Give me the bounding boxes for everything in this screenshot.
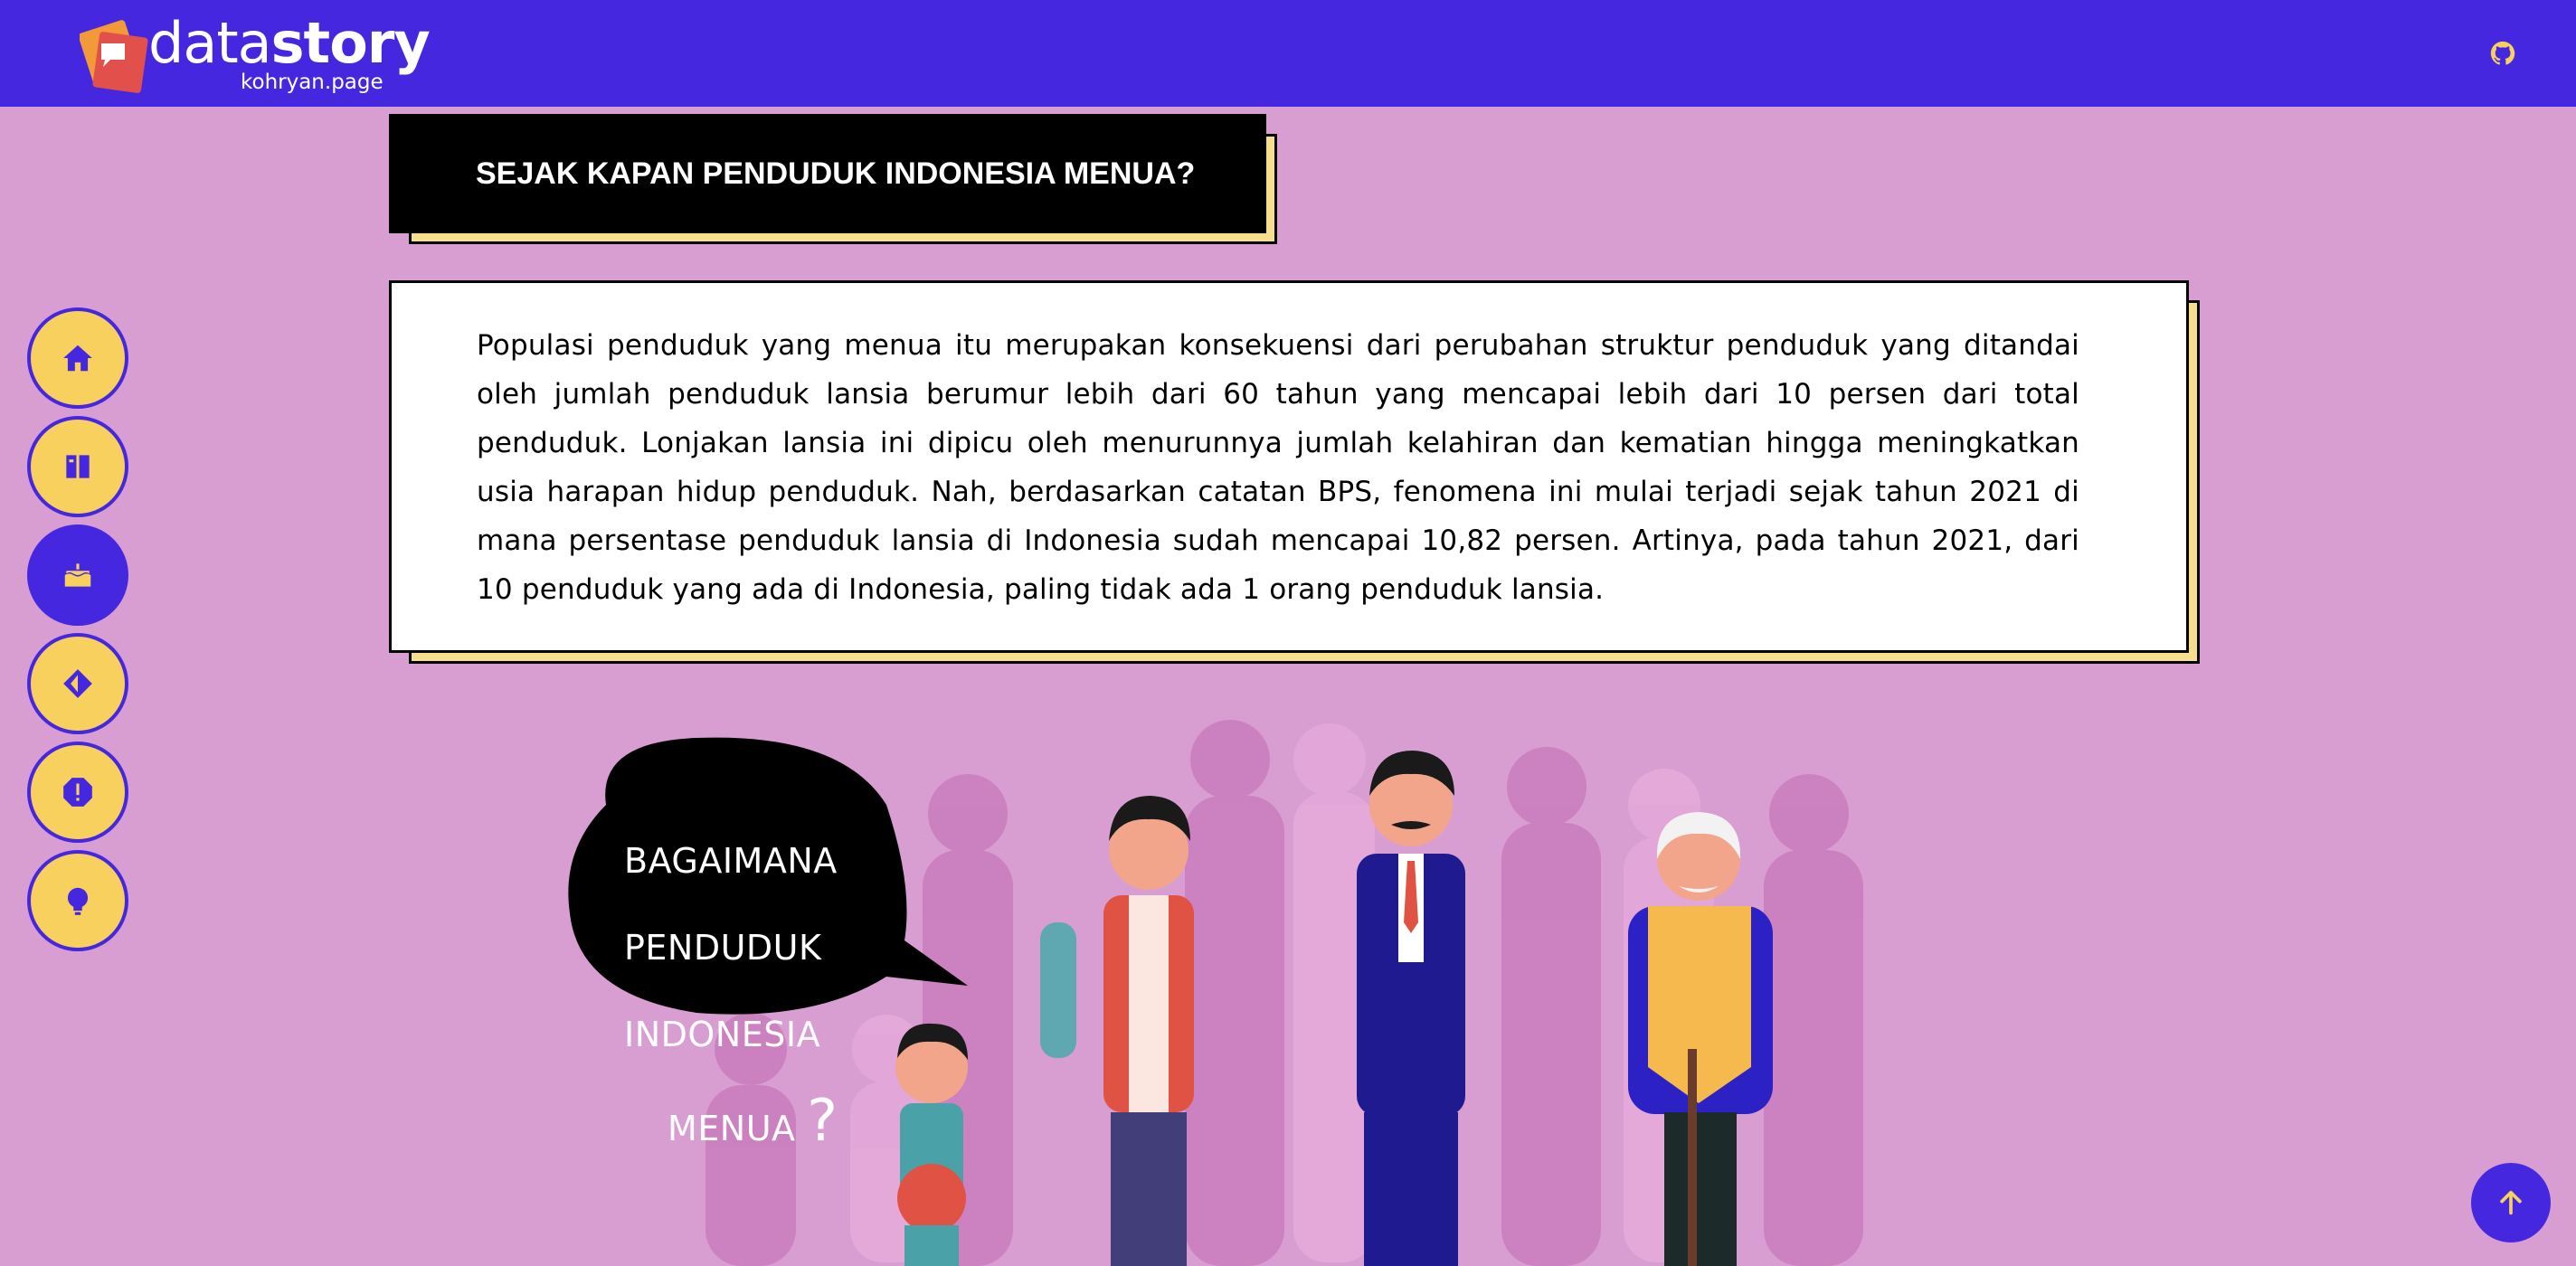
top-navbar: datastory kohryan.page [0,0,2576,107]
github-icon[interactable] [2489,40,2516,67]
scroll-top-button[interactable] [2471,1163,2551,1242]
nav-book-button[interactable] [27,416,128,517]
book-icon [66,455,90,478]
logo-mark-icon [80,20,148,93]
logo-subtitle: kohryan.page [241,71,384,94]
section-title-box: SEJAK KAPAN PENDUDUK INDONESIA MENUA? [389,114,1266,233]
cake-icon [64,563,91,587]
nav-home-button[interactable] [27,307,128,409]
nav-lightbulb-button[interactable] [27,850,128,951]
lightbulb-icon [67,887,89,915]
section-title: SEJAK KAPAN PENDUDUK INDONESIA MENUA? [476,156,1196,191]
section-paragraph: Populasi penduduk yang menua itu merupak… [477,329,2079,606]
nav-compass-button[interactable] [27,633,128,734]
nav-cake-button[interactable] [27,524,128,626]
paragraph-box: Populasi penduduk yang menua itu merupak… [389,280,2189,653]
site-logo[interactable]: datastory kohryan.page [80,10,441,98]
home-icon [63,345,92,372]
arrow-up-icon [2500,1190,2522,1215]
logo-text: datastory [148,10,431,76]
nav-alert-button[interactable] [27,742,128,843]
compass-icon [63,669,92,698]
alert-icon [63,778,92,807]
speech-bubble-text: BAGAIMANA PENDUDUK INDONESIA MENUA ? [624,841,838,1155]
population-illustration: BAGAIMANA PENDUDUK INDONESIA MENUA ? [543,705,1990,1266]
